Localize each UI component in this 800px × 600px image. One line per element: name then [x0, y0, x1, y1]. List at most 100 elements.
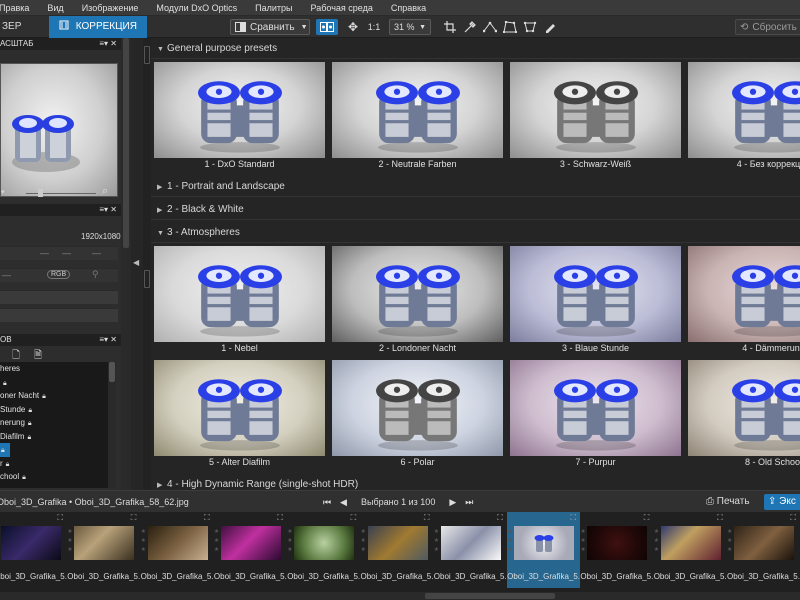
rating-stars[interactable]: ★ ★ ★ [654, 528, 660, 555]
preset-preview-image[interactable] [332, 62, 503, 158]
eyedropper-tool-icon[interactable] [462, 19, 478, 35]
menu-edit[interactable]: Правка [0, 3, 38, 13]
rating-stars[interactable]: ★ ★ ★ [287, 528, 293, 555]
filmstrip-item[interactable]: ⛶★★★Oboi_3D_Grafika_5... [141, 512, 214, 588]
menu-palettes[interactable]: Палитры [246, 3, 301, 13]
preset-thumbnail[interactable]: 3 - Schwarz-Weiß [507, 62, 681, 175]
filmstrip-item[interactable]: ⛶★★★Oboi_3D_Grafika_5... [507, 512, 581, 588]
preset-thumbnail[interactable]: 8 - Old School [685, 360, 800, 473]
split-view-button[interactable] [316, 19, 338, 35]
last-image-icon[interactable]: ⏭ [462, 491, 476, 513]
previous-image-icon[interactable]: ◀ [337, 491, 351, 513]
list-item[interactable]: 🔒︎ [0, 443, 10, 457]
filmstrip-thumbnail[interactable] [74, 526, 135, 560]
list-item[interactable]: r 🔒︎ [0, 457, 108, 471]
preset-preview-image[interactable] [154, 360, 325, 456]
crop-tool-icon[interactable] [442, 19, 458, 35]
filmstrip-thumbnail[interactable] [367, 526, 428, 560]
filmstrip-thumbnail[interactable] [587, 526, 648, 560]
rating-stars[interactable]: ★ ★ ★ [434, 528, 440, 555]
rating-stars[interactable]: ★ ★ ★ [727, 528, 733, 555]
preset-preview-image[interactable] [688, 360, 800, 456]
filmstrip-item[interactable]: ⛶★★★Oboi_3D_Grafika_5... [580, 512, 653, 588]
panel-controls-icon[interactable]: ≡▾ ✕ [99, 38, 117, 50]
preset-thumbnail[interactable]: 2 - Neutrale Farben [329, 62, 503, 175]
collapsed-triangle-icon[interactable]: ▶ [157, 178, 167, 198]
rating-stars[interactable]: ★ ★ ★ [580, 528, 586, 555]
rating-stars[interactable]: ★ ★ ★ [141, 528, 147, 555]
menu-help[interactable]: Справка [382, 3, 435, 13]
volume-deformation-tool-icon[interactable] [522, 19, 538, 35]
reset-button[interactable]: ⟲ Сбросить [735, 19, 800, 35]
panel-controls-icon[interactable]: ≡▾ ✕ [99, 204, 117, 216]
navigator-preview[interactable] [0, 63, 118, 197]
filmstrip-thumbnail[interactable] [147, 526, 208, 560]
scrollbar-thumb[interactable] [425, 593, 555, 599]
list-item[interactable]: Stunde 🔒︎ [0, 403, 108, 417]
collapsed-triangle-icon[interactable]: ▶ [157, 201, 167, 221]
preset-thumbnail[interactable]: 4 - Dämmerung [685, 246, 800, 359]
panel-controls-icon[interactable]: ≡▾ ✕ [99, 334, 117, 346]
filmstrip-thumbnail[interactable] [734, 526, 794, 560]
expanded-triangle-icon[interactable]: ▼ [157, 224, 167, 244]
preset-thumbnail[interactable]: 6 - Polar [329, 360, 503, 473]
preset-group-header[interactable]: ▶ 4 - High Dynamic Range (single-shot HDR… [151, 475, 800, 490]
list-item[interactable]: heres [0, 362, 108, 376]
list-item[interactable]: Diafilm 🔒︎ [0, 430, 108, 444]
horizon-tool-icon[interactable] [482, 19, 498, 35]
preset-preview-image[interactable] [332, 360, 503, 456]
list-item[interactable]: chool 🔒︎ [0, 470, 108, 484]
print-button[interactable]: ⎙ Печать [700, 494, 758, 510]
preset-group-header[interactable]: ▶ 1 - Portrait and Landscape [151, 177, 800, 197]
filmstrip-thumbnail[interactable] [1, 526, 61, 560]
preset-thumbnail[interactable]: 5 - Alter Diafilm [151, 360, 325, 473]
zoom-1-1-button[interactable]: 1:1 [366, 19, 382, 35]
tab-organize[interactable]: ЗЕР [0, 16, 40, 38]
list-item[interactable]: 🔒︎ [0, 376, 108, 390]
preset-group-header[interactable]: ▼ General purpose presets [151, 39, 800, 59]
scrollbar-thumb[interactable] [123, 38, 129, 248]
move-tool-icon[interactable]: ✥ [346, 19, 360, 35]
list-item[interactable]: oner Nacht 🔒︎ [0, 389, 108, 403]
filmstrip-item[interactable]: ⛶★★★Oboi_3D_Grafika_5... [214, 512, 287, 588]
preset-preview-image[interactable] [688, 62, 800, 158]
location-pin-icon[interactable]: ⚲ [92, 269, 99, 280]
filmstrip-item[interactable]: ⛶★★★Oboi_3D_Grafika_5... [287, 512, 360, 588]
preset-group-header[interactable]: ▶ 2 - Black & White [151, 200, 800, 220]
preset-list-scrollbar[interactable] [108, 362, 116, 488]
perspective-tool-icon[interactable] [502, 19, 518, 35]
filmstrip-item[interactable]: ⛶★★★Oboi_3D_Grafika_5... [434, 512, 507, 588]
collapse-left-icon[interactable]: ◀ [133, 258, 139, 267]
repair-tool-icon[interactable] [542, 19, 558, 35]
filmstrip-thumbnail[interactable] [514, 526, 575, 560]
export-button[interactable]: ⇪ Экс [764, 494, 800, 510]
next-image-icon[interactable]: ▶ [446, 491, 460, 513]
preset-thumbnail[interactable]: 2 - Londoner Nacht [329, 246, 503, 359]
compare-button[interactable]: Сравнить ▼ [230, 19, 310, 35]
preset-thumbnail[interactable]: 7 - Purpur [507, 360, 681, 473]
rating-stars[interactable]: ★ ★ ★ [361, 528, 367, 555]
side-marker[interactable] [144, 46, 150, 64]
zoom-in-icon[interactable]: ⌕ [102, 185, 108, 198]
expanded-triangle-icon[interactable]: ▼ [157, 40, 167, 60]
collapsed-triangle-icon[interactable]: ▶ [157, 476, 167, 490]
menu-image[interactable]: Изображение [73, 3, 148, 13]
preset-group-header[interactable]: ▼ 3 - Atmospheres [151, 223, 800, 243]
filmstrip-item[interactable]: ⛶★★★Oboi_3D_Grafika_5... [67, 512, 140, 588]
preset-thumbnail[interactable]: 1 - Nebel [151, 246, 325, 359]
zoom-select[interactable]: 31 % ▼ [389, 19, 431, 35]
filmstrip-item[interactable]: ⛶★★★Oboi_3D_Grafika_5... [0, 512, 67, 588]
menu-view[interactable]: Вид [38, 3, 72, 13]
preset-preview-image[interactable] [332, 246, 503, 342]
rgb-toggle[interactable]: RGB [47, 270, 71, 279]
zoom-out-icon[interactable]: 🔍︎ [14, 186, 25, 197]
list-item[interactable]: nerung 🔒︎ [0, 416, 108, 430]
preset-preview-image[interactable] [510, 360, 681, 456]
preset-preview-image[interactable] [510, 246, 681, 342]
preset-thumbnail[interactable]: 4 - Без коррекции [685, 62, 800, 175]
filmstrip-scrollbar[interactable] [0, 592, 800, 600]
chevron-down-icon[interactable]: ▾ [1, 188, 5, 196]
rating-stars[interactable]: ★ ★ ★ [507, 528, 513, 555]
side-marker[interactable] [144, 270, 150, 288]
tab-correction[interactable]: КОРРЕКЦИЯ [49, 16, 147, 38]
